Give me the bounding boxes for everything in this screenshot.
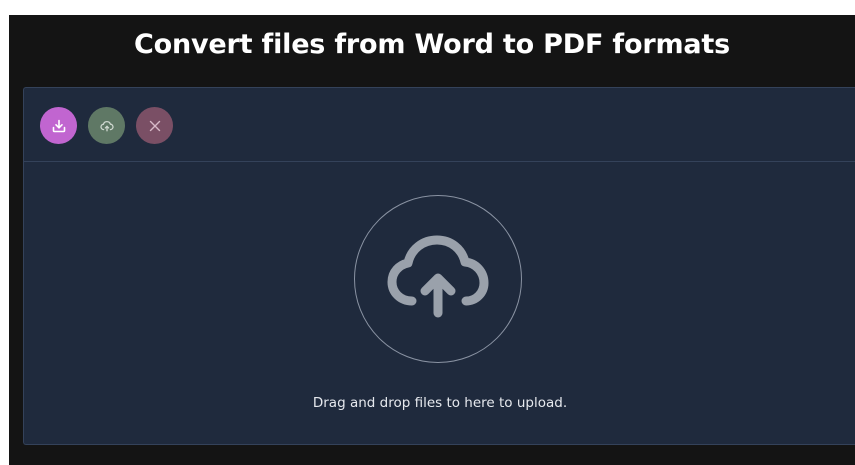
cloud-upload-icon	[99, 118, 115, 134]
upload-button[interactable]	[88, 107, 125, 144]
cloud-upload-icon	[386, 235, 490, 323]
drop-zone[interactable]: Drag and drop files to here to upload.	[24, 162, 855, 446]
download-icon	[51, 118, 67, 134]
upload-circle[interactable]	[354, 195, 522, 363]
app-frame: Convert files from Word to PDF formats D…	[9, 15, 855, 465]
drop-instructions: Drag and drop files to here to upload.	[312, 395, 568, 411]
page-title: Convert files from Word to PDF formats	[134, 29, 730, 60]
file-uploader: Drag and drop files to here to upload.	[23, 87, 855, 445]
uploader-toolbar	[24, 88, 855, 162]
close-icon	[148, 119, 162, 133]
cancel-button[interactable]	[136, 107, 173, 144]
choose-files-button[interactable]	[40, 107, 77, 144]
